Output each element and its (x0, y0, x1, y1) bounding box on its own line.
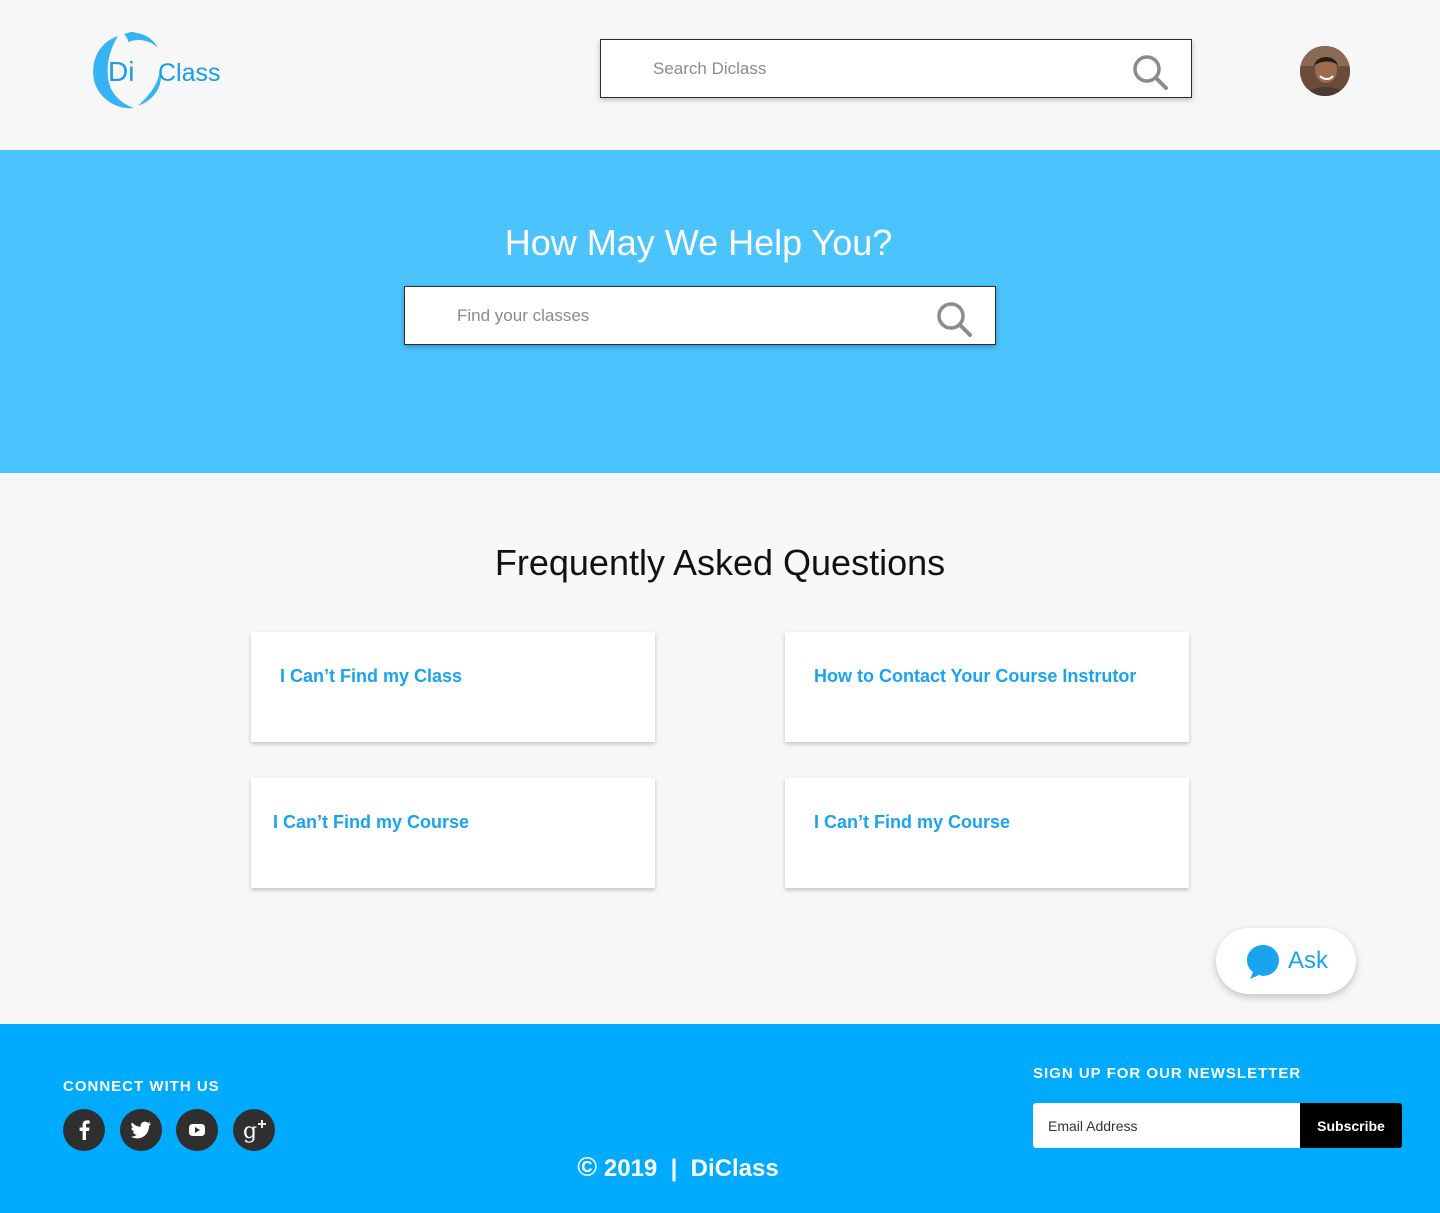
hero-search (404, 286, 996, 345)
copyright: © 2019 | DiClass (0, 1152, 1356, 1183)
header: Di Class (0, 0, 1440, 150)
copyright-icon: © (577, 1152, 598, 1182)
hero-title: How May We Help You? (504, 222, 893, 263)
search-icon[interactable] (935, 300, 973, 338)
google-plus-icon: g (243, 1119, 266, 1144)
ask-button[interactable]: Ask (1216, 928, 1356, 994)
footer: CONNECT WITH US g SIGN UP FOR OUR NEWSLE… (0, 1024, 1440, 1213)
youtube-link[interactable] (176, 1109, 218, 1151)
email-field[interactable] (1033, 1103, 1300, 1148)
connect-label: CONNECT WITH US (63, 1078, 220, 1095)
google-plus-link[interactable]: g (233, 1109, 275, 1151)
faq-card-label: I Can’t Find my Course (814, 812, 1011, 832)
faq-card-cant-find-course[interactable]: I Can’t Find my Course (251, 778, 655, 888)
facebook-link[interactable] (63, 1109, 105, 1151)
faq-card-label: How to Contact Your Course Instrutor (814, 666, 1137, 686)
chat-bubble-icon (1247, 945, 1279, 979)
faq-card-cant-find-class[interactable]: I Can’t Find my Class (251, 632, 655, 742)
youtube-icon (189, 1124, 205, 1136)
copyright-text: 2019 | DiClass (603, 1155, 779, 1182)
twitter-link[interactable] (120, 1109, 162, 1151)
subscribe-button[interactable]: Subscribe (1300, 1103, 1402, 1148)
user-avatar[interactable] (1300, 46, 1350, 96)
hero-banner: How May We Help You? (0, 150, 1440, 473)
diclass-logo[interactable]: Di Class (88, 30, 238, 112)
faq-card-label: I Can’t Find my Course (273, 812, 470, 832)
newsletter-label: SIGN UP FOR OUR NEWSLETTER (1033, 1065, 1302, 1082)
svg-text:g: g (243, 1119, 257, 1144)
avatar-icon (1300, 46, 1350, 96)
search-icon[interactable] (1131, 53, 1169, 91)
class-search-input[interactable] (405, 287, 995, 344)
faq-card-contact-instructor[interactable]: How to Contact Your Course Instrutor (785, 632, 1189, 742)
twitter-icon (130, 1121, 151, 1139)
faq-card-cant-find-course[interactable]: I Can’t Find my Course (785, 778, 1189, 888)
ask-label: Ask (1288, 947, 1329, 974)
header-search-input[interactable] (601, 40, 1191, 97)
facebook-icon (79, 1120, 90, 1140)
faq-title: Frequently Asked Questions (494, 542, 946, 583)
faq-card-label: I Can’t Find my Class (280, 666, 463, 686)
logo-di-text: Di (108, 56, 135, 87)
logo-class-text: Class (158, 59, 221, 87)
header-search (600, 39, 1192, 98)
